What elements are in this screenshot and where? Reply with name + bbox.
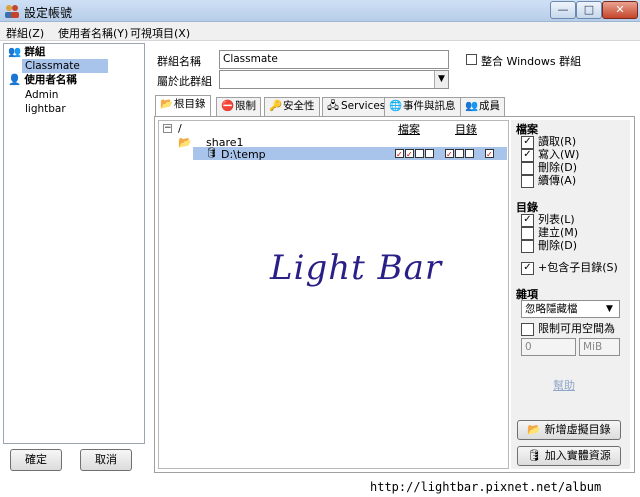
tree-groups-label: 群組 [24, 46, 46, 58]
window-title: 設定帳號 [24, 6, 73, 20]
dir-dtemp[interactable]: D:\temp [221, 148, 266, 161]
belongs-group-label: 屬於此群組 [157, 75, 212, 88]
users-icon [4, 4, 20, 18]
tree-item-lightbar[interactable]: lightbar [25, 102, 66, 116]
tab-members[interactable]: 👥成員 [460, 97, 505, 116]
perm-write[interactable]: ✓ 寫入(W) [521, 148, 579, 162]
dir-perm-boxes: ✓ [445, 149, 475, 159]
list-checkbox[interactable]: ✓ [521, 213, 534, 227]
folder-open-icon: 📂 [178, 136, 192, 149]
user-icon: 👤 [8, 74, 22, 86]
network-icon: 🖧 [327, 100, 339, 112]
tab-services[interactable]: 🖧 Services [322, 97, 391, 116]
group-name-field[interactable]: Classmate [219, 50, 449, 69]
key-icon: 🔑 [269, 100, 283, 112]
help-link[interactable]: 幫助 [553, 377, 575, 393]
drive-icon: 🛢 [205, 148, 218, 159]
belongs-group-select[interactable] [219, 70, 449, 89]
ok-button[interactable]: 確定 [10, 449, 62, 471]
create-checkbox[interactable] [521, 226, 534, 240]
tree-item-admin[interactable]: Admin [25, 88, 58, 102]
perm-read[interactable]: ✓ 讀取(R) [521, 135, 576, 149]
dir-root[interactable]: / [178, 122, 182, 135]
tree-groups-header[interactable]: 👥 群組 [8, 45, 45, 59]
tree-users-header[interactable]: 👤 使用者名稱 [8, 73, 77, 87]
directory-tree [158, 120, 509, 469]
tab-root-dir[interactable]: 📂根目錄 [155, 95, 211, 117]
file-perm-boxes: ✓ ✓ [395, 149, 435, 159]
tab-security[interactable]: 🔑安全性 [264, 97, 320, 116]
write-checkbox[interactable]: ✓ [521, 148, 534, 162]
tab-events[interactable]: 🌐事件與訊息 [384, 97, 461, 116]
watermark-text: Light Bar [270, 248, 443, 288]
folder-icon: 📂 [527, 423, 542, 436]
perm-append[interactable]: 續傳(A) [521, 174, 576, 188]
stop-icon: ⛔ [221, 100, 235, 112]
quota-checkbox[interactable] [521, 322, 534, 336]
quota-row[interactable]: 限制可用空間為 [521, 322, 615, 336]
windows-group-label: 整合 Windows 群組 [481, 55, 582, 68]
group-name-label: 群組名稱 [157, 55, 201, 68]
read-checkbox[interactable]: ✓ [521, 135, 534, 149]
new-virtual-dir-button[interactable]: 📂 新增虛擬目錄 [517, 420, 621, 440]
tree-users-label: 使用者名稱 [24, 74, 77, 86]
menu-view[interactable]: 可視項目(X) [130, 25, 190, 41]
subdir-perm-box: ✓ [485, 149, 494, 159]
menu-bar: 群組(Z) 使用者名稱(Y) 可視項目(X) [0, 22, 640, 41]
globe-icon: 🌐 [389, 100, 403, 112]
chevron-down-icon[interactable]: ▼ [606, 301, 613, 317]
subdir-checkbox[interactable]: ✓ [521, 261, 534, 275]
perm-subdirs[interactable]: ✓ +包含子目錄(S) [521, 261, 618, 275]
tree-item-classmate[interactable]: Classmate [22, 59, 108, 73]
group-icon: 👥 [8, 46, 22, 58]
quota-field[interactable]: 0 [521, 338, 576, 356]
delete-dir-checkbox[interactable] [521, 239, 534, 253]
tab-limits[interactable]: ⛔限制 [216, 97, 261, 116]
quota-unit-select[interactable]: MiB [579, 338, 620, 356]
add-physical-resource-button[interactable]: 🛢 加入實體資源 [517, 446, 621, 466]
append-checkbox[interactable] [521, 174, 534, 188]
menu-groups[interactable]: 群組(Z) [6, 25, 44, 41]
folder-icon: 📂 [160, 98, 174, 110]
windows-group-checkbox[interactable] [466, 54, 477, 65]
drive-icon: 🛢 [527, 449, 542, 462]
perm-create[interactable]: 建立(M) [521, 226, 578, 240]
users-icon: 👥 [465, 100, 479, 112]
col-files-header: 檔案 [398, 123, 420, 136]
perm-delete-file[interactable]: 刪除(D) [521, 161, 577, 175]
collapse-icon[interactable]: − [163, 124, 172, 133]
title-bar: 設定帳號 — □ ✕ [0, 0, 640, 22]
menu-users[interactable]: 使用者名稱(Y) [58, 25, 128, 41]
dropdown-arrow-icon[interactable]: ▼ [434, 71, 448, 88]
close-button[interactable]: ✕ [602, 1, 638, 19]
cancel-button[interactable]: 取消 [80, 449, 132, 471]
delete-file-checkbox[interactable] [521, 161, 534, 175]
col-dirs-header: 目錄 [455, 123, 477, 136]
maximize-button[interactable]: □ [576, 1, 602, 19]
perm-list[interactable]: ✓ 列表(L) [521, 213, 575, 227]
minimize-button[interactable]: — [550, 1, 576, 19]
perm-delete-dir[interactable]: 刪除(D) [521, 239, 577, 253]
footer-url: http://lightbar.pixnet.net/album [370, 480, 602, 494]
